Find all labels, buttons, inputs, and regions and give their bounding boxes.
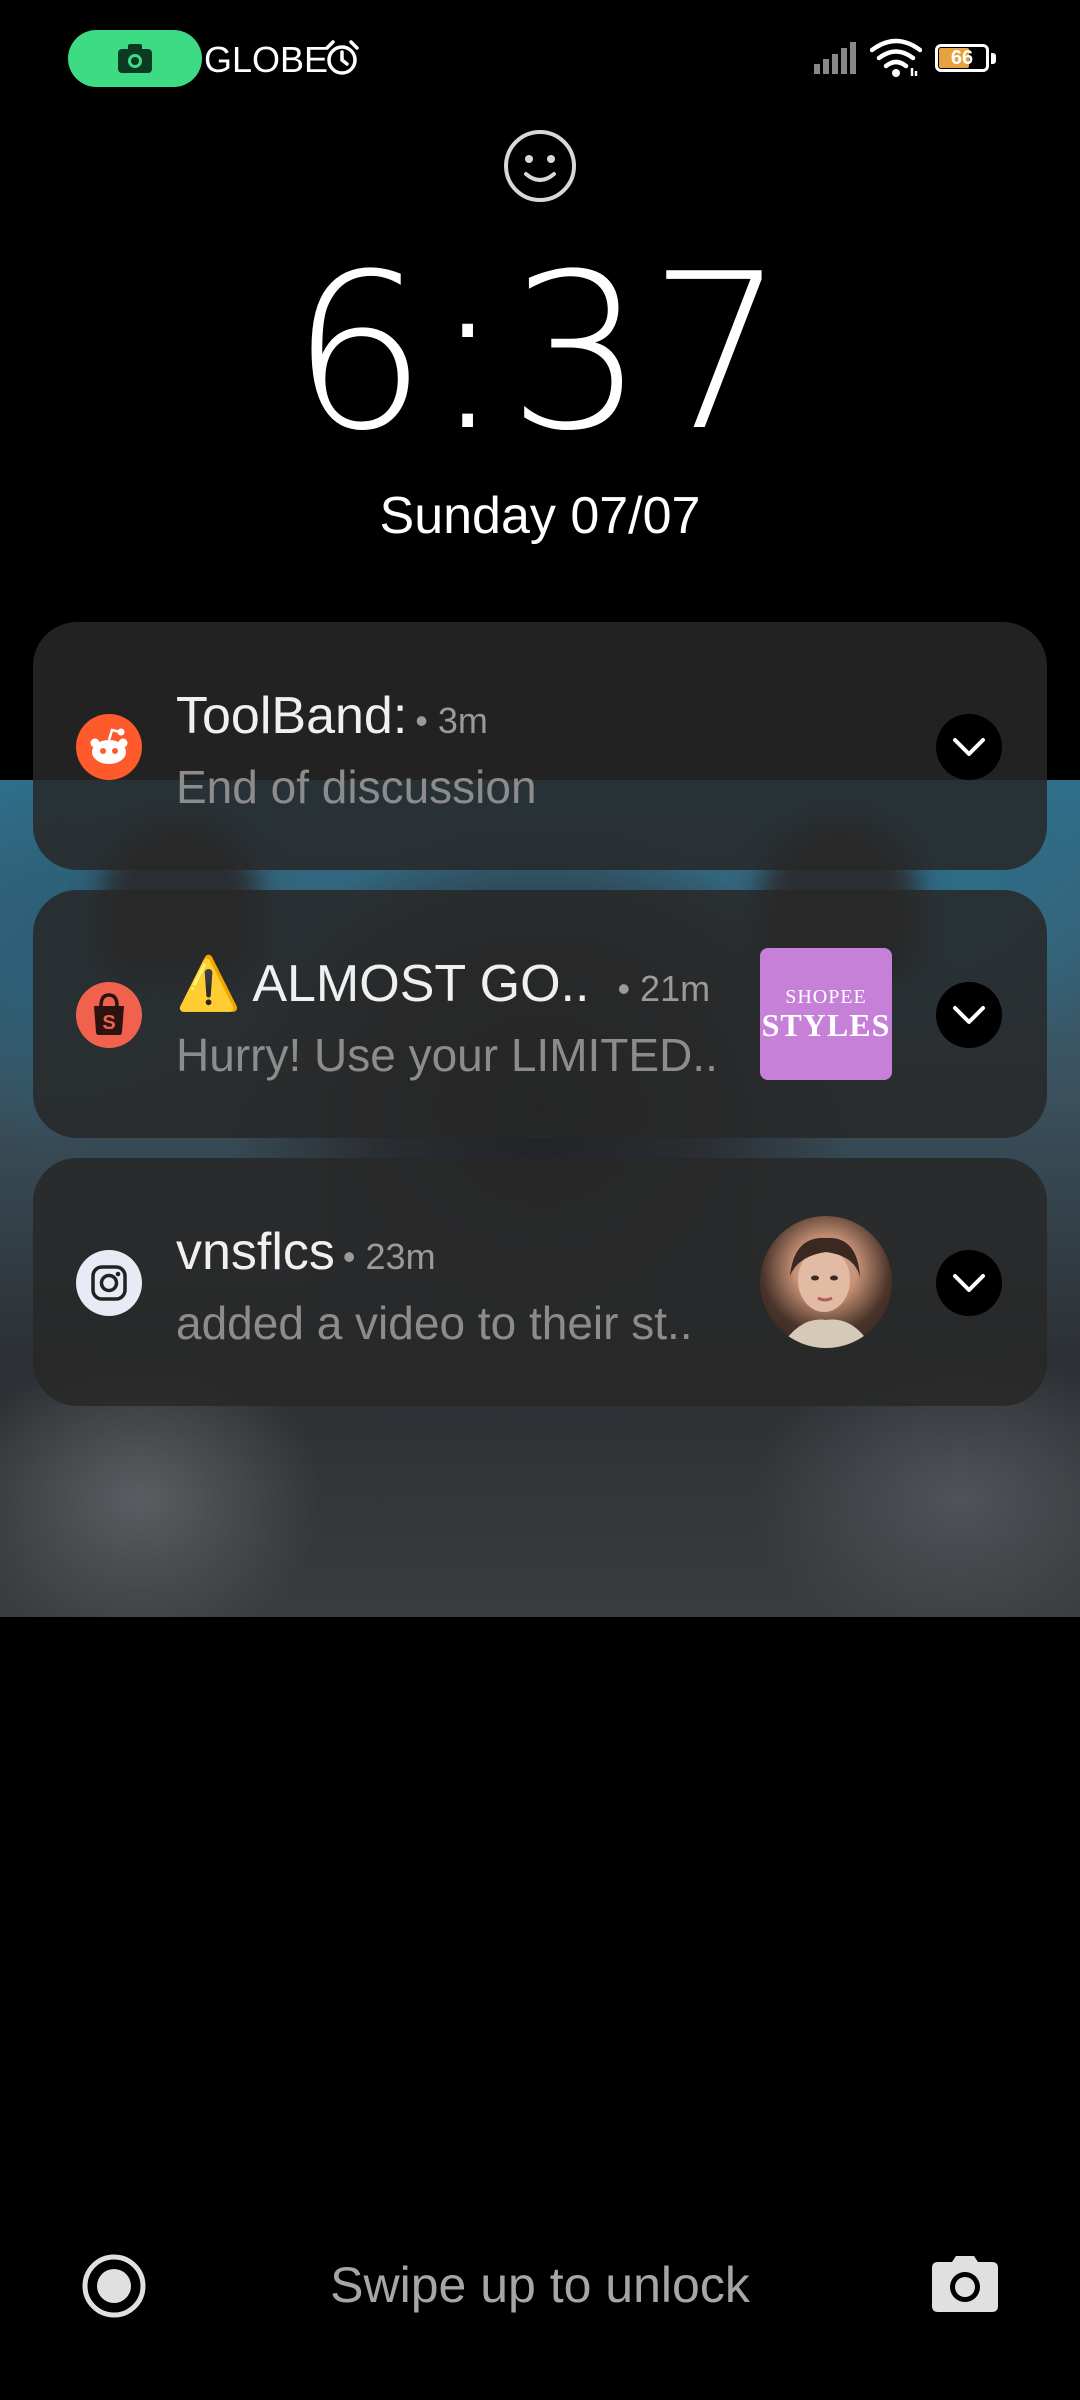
thumbnail-line1: SHOPEE xyxy=(785,986,867,1008)
status-bar: GLOBE 66 xyxy=(0,0,1080,118)
shopee-icon: S xyxy=(76,982,142,1048)
profile-photo xyxy=(760,1216,892,1348)
wifi-icon xyxy=(870,38,922,77)
notification-instagram[interactable]: vnsflcs • 23m added a video to their st.. xyxy=(33,1158,1047,1406)
notification-header: ⚠️ ALMOST GO.. • 21m xyxy=(176,952,710,1016)
face-unlock-icon[interactable] xyxy=(502,128,578,204)
chevron-down-icon xyxy=(953,1274,985,1292)
chevron-down-icon xyxy=(953,738,985,756)
notification-header: vnsflcs • 23m xyxy=(176,1220,436,1284)
chevron-down-icon xyxy=(953,1006,985,1024)
expand-button[interactable] xyxy=(936,982,1002,1048)
notification-time: • 23m xyxy=(342,1236,436,1277)
battery-cap xyxy=(991,53,996,64)
svg-text:S: S xyxy=(102,1012,115,1034)
notification-body: added a video to their st.. xyxy=(176,1297,693,1349)
notification-header: ToolBand: • 3m xyxy=(176,684,488,748)
carrier-name: GLOBE xyxy=(204,39,329,80)
notification-body: End of discussion xyxy=(176,761,537,813)
notification-reddit[interactable]: ToolBand: • 3m End of discussion xyxy=(33,622,1047,870)
screen-recording-pill[interactable] xyxy=(68,30,202,87)
camera-icon xyxy=(118,44,152,73)
camera-icon[interactable] xyxy=(930,2256,1000,2314)
thumbnail-line2: STYLES xyxy=(761,1007,891,1043)
expand-button[interactable] xyxy=(936,714,1002,780)
alarm-icon xyxy=(325,40,359,75)
signal-icon xyxy=(814,42,856,74)
notification-thumbnail: SHOPEE STYLES xyxy=(760,948,892,1080)
instagram-icon xyxy=(76,1250,142,1316)
expand-button[interactable] xyxy=(936,1250,1002,1316)
notification-title: ⚠️ ALMOST GO.. xyxy=(176,955,590,1013)
battery-icon: 66 xyxy=(935,44,997,74)
battery-level: 66 xyxy=(950,47,974,69)
lock-clock: 6:37 xyxy=(290,227,790,478)
notification-time: • 21m xyxy=(617,968,711,1009)
notification-title: ToolBand: xyxy=(176,687,408,745)
notification-title: vnsflcs xyxy=(176,1223,335,1281)
lock-date: Sunday 07/07 xyxy=(379,487,701,545)
swipe-up-hint: Swipe up to unlock xyxy=(330,2257,750,2313)
notification-time: • 3m xyxy=(415,700,488,741)
reddit-icon xyxy=(76,714,142,780)
notification-shopee[interactable]: S ⚠️ ALMOST GO.. • 21m Hurry! Use your LI… xyxy=(33,890,1047,1138)
notification-body: Hurry! Use your LIMITED.. xyxy=(176,1029,718,1081)
